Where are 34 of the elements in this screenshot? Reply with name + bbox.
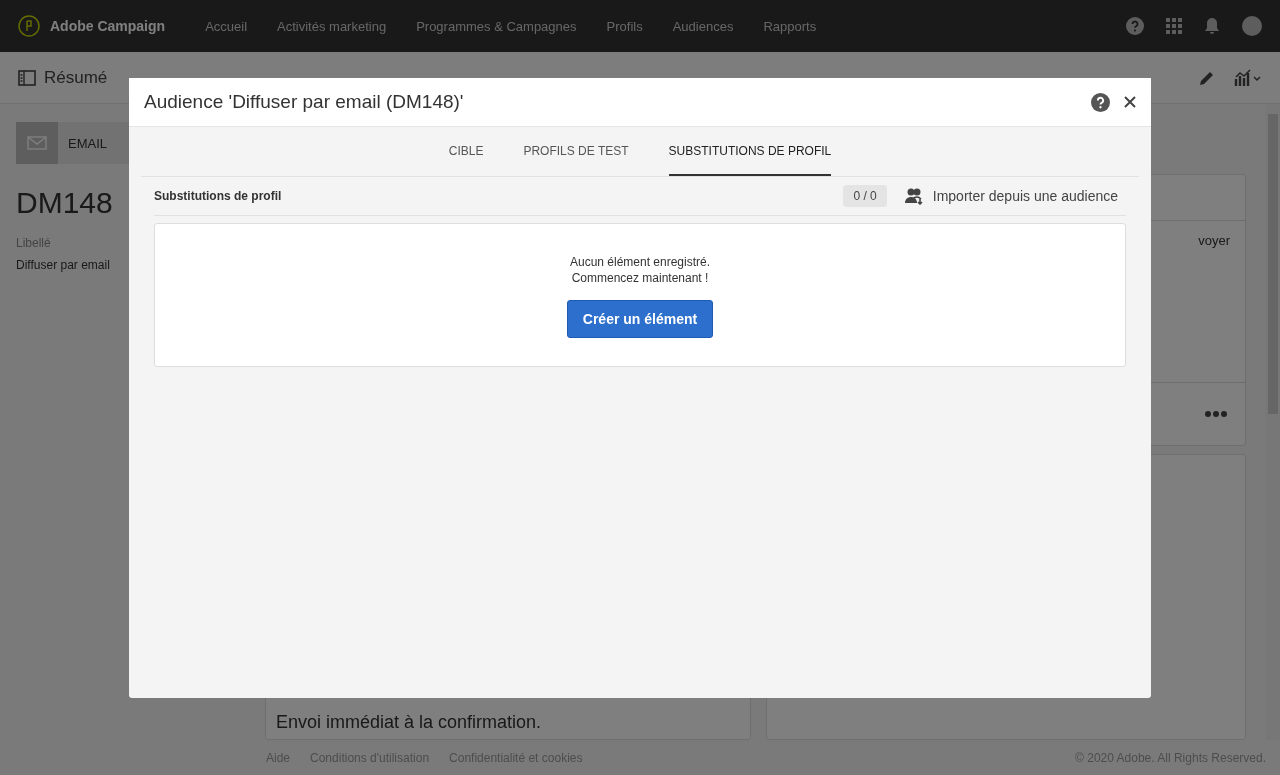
nav-link[interactable]: Rapports xyxy=(763,18,817,34)
dialog-tab[interactable]: CIBLE xyxy=(448,127,484,176)
nav-link[interactable]: Activités marketing xyxy=(277,18,387,34)
apps-grid-icon[interactable] xyxy=(1166,18,1182,34)
help-icon[interactable] xyxy=(1126,17,1144,35)
schedule-text: Envoi immédiat à la confirmation. xyxy=(276,712,543,733)
create-button[interactable]: Créer un élément xyxy=(566,300,714,338)
import-button[interactable]: Importer depuis une audience xyxy=(904,187,1126,205)
chart-icon[interactable] xyxy=(1234,68,1262,87)
logo-icon xyxy=(18,15,40,37)
item-count: 0 / 0 xyxy=(843,185,887,207)
dialog-title: Audience 'Diffuser par email (DM148)' xyxy=(144,91,464,113)
field-value: Diffuser par email xyxy=(16,258,111,272)
more-icon[interactable] xyxy=(1205,411,1227,417)
empty-message: Aucun élément enregistré. xyxy=(569,254,711,270)
nav-link[interactable]: Programmes & Campagnes xyxy=(416,18,577,34)
avatar-icon[interactable] xyxy=(1242,16,1262,36)
dialog-tab[interactable]: PROFILS DE TEST xyxy=(523,127,629,176)
brand-name: Adobe Campaign xyxy=(50,18,166,34)
card-text: voyer xyxy=(1198,233,1230,248)
help-button[interactable] xyxy=(1091,92,1110,112)
bell-icon[interactable] xyxy=(1204,17,1220,35)
nav-link[interactable]: Accueil xyxy=(205,18,248,34)
delivery-name: DM148 xyxy=(16,186,113,220)
people-icon xyxy=(904,187,925,205)
dialog-tab[interactable]: SUBSTITUTIONS DE PROFIL xyxy=(668,127,832,176)
empty-message: Commencez maintenant ! xyxy=(571,270,709,286)
close-button[interactable] xyxy=(1124,96,1136,108)
section-title: Substitutions de profil xyxy=(154,189,282,203)
nav-link[interactable]: Audiences xyxy=(672,18,734,34)
nav-link[interactable]: Profils xyxy=(606,18,643,34)
panel-icon[interactable] xyxy=(18,69,36,86)
envelope-icon xyxy=(27,136,47,150)
summary-label: Résumé xyxy=(44,67,108,88)
